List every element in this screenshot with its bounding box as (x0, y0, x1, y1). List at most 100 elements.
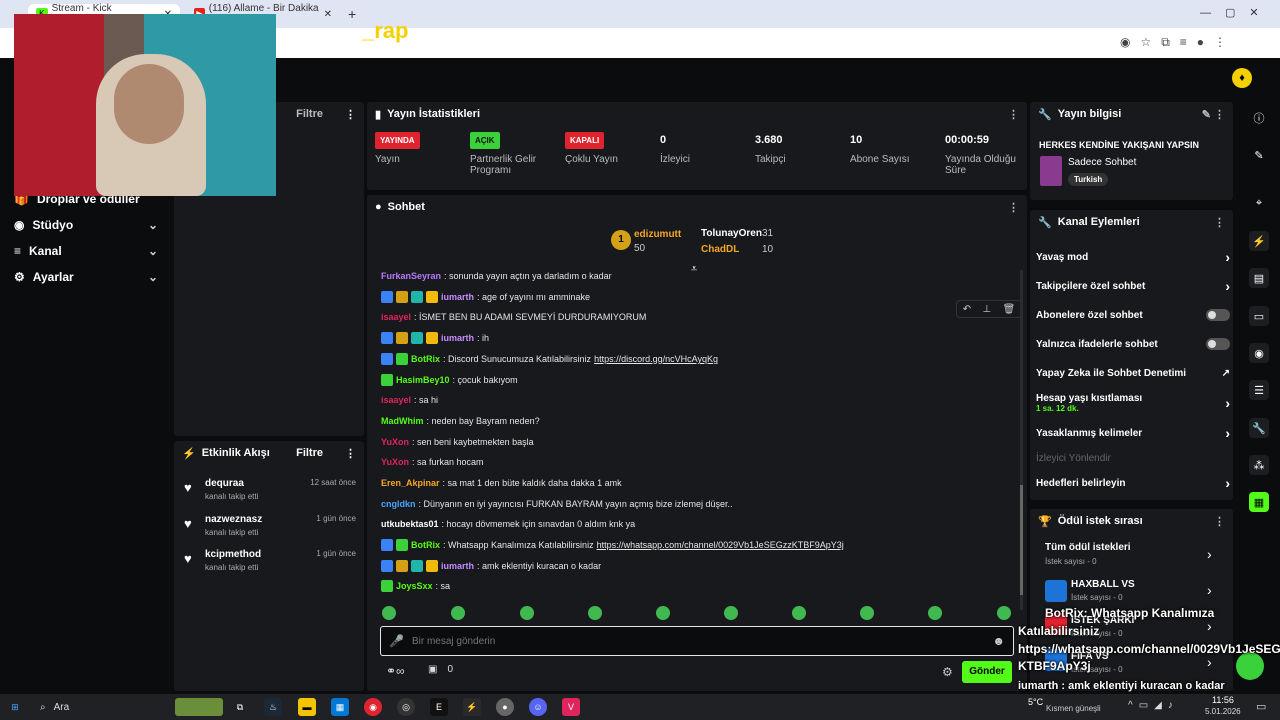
chat-fab-icon[interactable] (1236, 652, 1264, 680)
toggle-switch[interactable] (1206, 309, 1230, 321)
chat-username[interactable]: BotRix (411, 540, 440, 550)
notification-icon[interactable]: ▭ (1256, 700, 1266, 713)
chevron-right-icon[interactable]: › (1207, 582, 1212, 598)
chat-username[interactable]: YuXon (381, 437, 409, 447)
kebab-menu-icon[interactable]: ⋮ (345, 108, 356, 121)
nav-studio[interactable]: ◉ Stüdyo ⌄ (0, 212, 172, 238)
chat-username[interactable]: iumarth (441, 292, 474, 302)
kebab-menu-icon[interactable]: ⋮ (1008, 201, 1019, 214)
chat-username[interactable]: isaayel (381, 312, 411, 322)
chevron-right-icon[interactable]: › (1207, 654, 1212, 670)
epic-games-icon[interactable]: E (430, 698, 448, 716)
emote-icon[interactable] (451, 606, 465, 620)
emoji-icon[interactable]: ☻ (992, 634, 1005, 648)
emote-icon[interactable] (724, 606, 738, 620)
channel-action-item[interactable]: Takipçilere özel sohbet › (1036, 276, 1230, 296)
emote-icon[interactable] (997, 606, 1011, 620)
chat-username[interactable]: JoysSxx (396, 581, 433, 591)
wrench-icon[interactable]: 🔧 (1249, 418, 1269, 438)
kebab-menu-icon[interactable]: ⋮ (1008, 108, 1019, 121)
chat-username[interactable]: HasimBey10 (396, 375, 450, 385)
chat-link[interactable]: https://whatsapp.com/channel/0029Vb1JeSE… (597, 540, 844, 550)
profile-avatar[interactable]: ♦ (1232, 68, 1252, 88)
nav-settings[interactable]: ⚙ Ayarlar ⌄ (0, 264, 172, 290)
emote-icon[interactable] (656, 606, 670, 620)
emote-icon[interactable] (588, 606, 602, 620)
all-rewards-label[interactable]: Tüm ödül istekleri (1045, 542, 1131, 553)
weather-temp[interactable]: 5°C (1028, 697, 1043, 707)
chat-username[interactable]: BotRix (411, 354, 440, 364)
chat-scrollbar[interactable] (1020, 270, 1023, 610)
channel-action-item[interactable]: Yapay Zeka ile Sohbet Denetimi ↗ (1036, 363, 1230, 383)
filter-button[interactable]: Filtre (296, 447, 323, 459)
chevron-right-icon[interactable]: › (1207, 618, 1212, 634)
gifter-name[interactable]: TolunayOren (701, 228, 762, 239)
kebab-menu-icon[interactable]: ⋮ (345, 447, 356, 460)
collapse-icon[interactable]: ⩡ (691, 263, 697, 276)
pin-icon[interactable]: ⊥ (982, 304, 991, 315)
kebab-menu-icon[interactable]: ⋮ (1214, 515, 1225, 528)
taskbar-search[interactable]: ⌕ Ara (32, 696, 172, 718)
tab-close-icon[interactable]: ✕ (324, 9, 332, 20)
clapper-icon[interactable]: ▦ (1249, 492, 1269, 512)
microphone-icon[interactable]: 🎤 (389, 634, 404, 648)
chat-username[interactable]: iumarth (441, 561, 474, 571)
obs-icon[interactable]: ◎ (397, 698, 415, 716)
discord-icon[interactable]: ☺ (529, 698, 547, 716)
emote-icon[interactable] (520, 606, 534, 620)
task-view-icon[interactable]: ⧉ (231, 698, 249, 716)
emote-icon[interactable] (792, 606, 806, 620)
folder-icon[interactable]: ▬ (298, 698, 316, 716)
kebab-menu-icon[interactable]: ⋮ (1214, 216, 1225, 229)
channel-action-item[interactable]: Yasaklanmış kelimeler › (1036, 423, 1230, 443)
window-controls[interactable]: —▢✕ (1200, 6, 1273, 19)
chrome-icon[interactable]: ◉ (364, 698, 382, 716)
windows-start-icon[interactable]: ⊞ (6, 698, 24, 716)
gear-icon[interactable]: ⚙ (942, 665, 953, 679)
category-name[interactable]: Sadece Sohbet (1068, 157, 1136, 168)
capture-icon[interactable]: ⌖ (1249, 193, 1269, 213)
new-tab-button[interactable]: + (348, 6, 356, 22)
valorant-icon[interactable]: V (562, 698, 580, 716)
undo-icon[interactable]: ↶ (963, 304, 971, 315)
nav-channel[interactable]: ≡ Kanal ⌄ (0, 238, 172, 264)
browser-toolbar-icons[interactable]: ◉☆⧉≡●⋮ (1120, 35, 1236, 50)
channel-action-item[interactable]: Hesap yaşı kısıtlaması 1 sa. 12 dk. › (1036, 393, 1230, 413)
chat-username[interactable]: isaayel (381, 395, 411, 405)
emote-icon[interactable] (928, 606, 942, 620)
tray-icons[interactable]: ^▭◢♪ (1128, 700, 1179, 711)
channel-action-item[interactable]: Yavaş mod › (1036, 247, 1230, 267)
chat-username[interactable]: cngldkn (381, 499, 416, 509)
chat-footer-icons[interactable]: ⚭∞ (386, 664, 405, 678)
chat-username[interactable]: Eren_Akpinar (381, 478, 440, 488)
emote-icon[interactable] (382, 606, 396, 620)
trash-icon[interactable]: 🗑 (1003, 304, 1016, 315)
edit-icon[interactable]: ✎ ⋮ (1202, 108, 1225, 121)
app-icon[interactable]: ⚡ (463, 698, 481, 716)
broadcast-icon[interactable]: ◉ (1249, 343, 1269, 363)
store-icon[interactable]: ▦ (331, 698, 349, 716)
chat-username[interactable]: FurkanSeyran (381, 271, 441, 281)
pen-icon[interactable]: ✎ (1249, 145, 1269, 165)
top-gifter-name[interactable]: edizumutt (634, 229, 681, 240)
steam-icon[interactable]: ♨ (264, 698, 282, 716)
filter-button[interactable]: Filtre (296, 108, 323, 120)
chat-username[interactable]: utkubektas01 (381, 519, 439, 529)
reward-name[interactable]: HAXBALL VS (1071, 579, 1135, 590)
layout-icon[interactable]: ☰ (1249, 380, 1269, 400)
emote-icon[interactable] (860, 606, 874, 620)
chat-link[interactable]: https://discord.gg/ncVHcAyqKg (594, 354, 718, 364)
bolt-icon[interactable]: ⚡ (1249, 231, 1269, 251)
app-icon[interactable]: ● (496, 698, 514, 716)
chat-username[interactable]: MadWhim (381, 416, 424, 426)
chat-message-input[interactable] (411, 635, 985, 647)
document-icon[interactable]: ▤ (1249, 268, 1269, 288)
info-icon[interactable]: ⓘ (1249, 108, 1269, 128)
chat-username[interactable]: YuXon (381, 457, 409, 467)
gifter-name[interactable]: ChadDL (701, 244, 739, 255)
chat-icon[interactable]: ▭ (1249, 306, 1269, 326)
channel-action-item[interactable]: Yalnızca ifadelerle sohbet (1036, 334, 1230, 354)
toggle-switch[interactable] (1206, 338, 1230, 350)
send-button[interactable]: Gönder (962, 661, 1012, 683)
chat-username[interactable]: iumarth (441, 333, 474, 343)
